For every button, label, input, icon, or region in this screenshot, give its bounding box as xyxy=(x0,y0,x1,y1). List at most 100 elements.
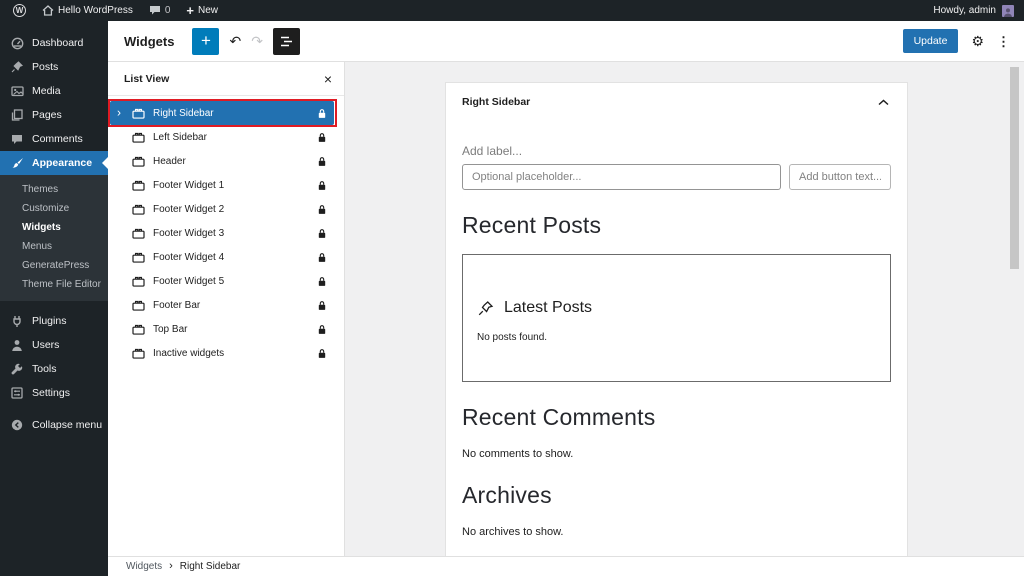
search-block xyxy=(462,164,891,190)
settings-icon xyxy=(10,387,24,399)
list-view-header: List View × xyxy=(108,62,344,96)
recent-comments-empty-text[interactable]: No comments to show. xyxy=(462,448,891,460)
widget-area-icon xyxy=(132,228,145,239)
pushpin-icon xyxy=(477,300,494,317)
plus-icon: + xyxy=(201,32,211,49)
widget-area-icon xyxy=(132,300,145,311)
menu-item-users[interactable]: Users xyxy=(0,333,108,357)
wrench-icon xyxy=(10,363,24,375)
widget-area-icon xyxy=(132,108,145,119)
lock-icon xyxy=(318,348,326,359)
collapse-arrow-icon xyxy=(10,419,24,431)
list-view-item-top-bar[interactable]: Top Bar xyxy=(110,317,334,341)
list-view-item-footer-bar[interactable]: Footer Bar xyxy=(110,293,334,317)
wordpress-logo-icon[interactable]: W xyxy=(8,0,31,21)
menu-item-appearance[interactable]: Appearance xyxy=(0,151,108,175)
lock-icon xyxy=(318,300,326,311)
widget-area-title: Right Sidebar xyxy=(462,96,530,108)
search-label-placeholder[interactable]: Add label... xyxy=(462,144,891,158)
howdy-admin[interactable]: Howdy, admin xyxy=(933,5,996,16)
submenu-item-menus[interactable]: Menus xyxy=(0,237,108,256)
menu-item-collapse[interactable]: Collapse menu xyxy=(0,413,108,437)
options-kebab-button[interactable]: ⋮ xyxy=(997,35,1010,48)
editor-header: Widgets + ↶ ↷ Update ⚙ ⋮ xyxy=(108,21,1024,62)
settings-gear-button[interactable]: ⚙ xyxy=(971,34,984,48)
menu-item-dashboard[interactable]: Dashboard xyxy=(0,31,108,55)
wordpress-widgets-screen: W Hello WordPress 0 + New Howdy, admin xyxy=(0,0,1024,576)
widget-area-icon xyxy=(132,252,145,263)
close-icon[interactable]: × xyxy=(324,72,332,86)
widget-area-body: Add label... Recent Posts Latest Posts N… xyxy=(446,144,907,538)
undo-button[interactable]: ↶ xyxy=(229,33,241,50)
menu-item-plugins[interactable]: Plugins xyxy=(0,309,108,333)
list-view-toggle-button[interactable] xyxy=(273,28,300,55)
home-icon xyxy=(42,5,54,16)
appearance-submenu: Themes Customize Widgets Menus GenerateP… xyxy=(0,175,108,301)
list-view-icon xyxy=(280,36,293,47)
submenu-item-theme-file-editor[interactable]: Theme File Editor xyxy=(0,275,108,294)
breadcrumb-root[interactable]: Widgets xyxy=(126,561,162,572)
add-block-button[interactable]: + xyxy=(192,28,219,55)
list-view-item-footer-widget-4[interactable]: Footer Widget 4 xyxy=(110,245,334,269)
submenu-item-themes[interactable]: Themes xyxy=(0,180,108,199)
widget-area-icon xyxy=(132,132,145,143)
vertical-scrollbar[interactable]: ▲ ▼ xyxy=(1009,62,1021,556)
plus-icon: + xyxy=(186,4,194,17)
list-view-item-footer-widget-5[interactable]: Footer Widget 5 xyxy=(110,269,334,293)
comments-icon xyxy=(10,134,24,145)
editor-canvas: Right Sidebar Add label... Recent Posts … xyxy=(345,62,1024,556)
list-view-item-footer-widget-2[interactable]: Footer Widget 2 xyxy=(110,197,334,221)
admin-bar: W Hello WordPress 0 + New Howdy, admin xyxy=(0,0,1024,21)
lock-icon xyxy=(318,324,326,335)
widget-area-panel-header[interactable]: Right Sidebar xyxy=(446,83,907,116)
search-placeholder-input[interactable] xyxy=(462,164,781,190)
menu-item-media[interactable]: Media xyxy=(0,79,108,103)
admin-menu: Dashboard Posts Media Pages Comments App… xyxy=(0,21,108,576)
list-view-item-left-sidebar[interactable]: Left Sidebar xyxy=(110,125,334,149)
list-view-item-header[interactable]: Header xyxy=(110,149,334,173)
lock-icon xyxy=(318,132,326,143)
update-button[interactable]: Update xyxy=(903,29,959,53)
list-view-rows: › Right Sidebar Left Sidebar Header Foot… xyxy=(108,96,344,365)
submenu-item-widgets[interactable]: Widgets xyxy=(0,218,108,237)
widget-area-icon xyxy=(132,348,145,359)
redo-button[interactable]: ↷ xyxy=(251,33,263,50)
new-content-menu[interactable]: + New xyxy=(181,0,223,21)
widget-area-panel: Right Sidebar Add label... Recent Posts … xyxy=(445,82,908,558)
avatar[interactable] xyxy=(1002,5,1014,17)
submenu-item-generatepress[interactable]: GeneratePress xyxy=(0,256,108,275)
site-menu[interactable]: Hello WordPress xyxy=(37,0,138,21)
archives-empty-text[interactable]: No archives to show. xyxy=(462,526,891,538)
list-view-item-inactive-widgets[interactable]: Inactive widgets xyxy=(110,341,334,365)
plugin-icon xyxy=(10,315,24,327)
chevron-right-icon[interactable]: › xyxy=(117,107,121,119)
menu-item-tools[interactable]: Tools xyxy=(0,357,108,381)
widget-area-icon xyxy=(132,324,145,335)
pages-icon xyxy=(10,109,24,121)
search-button-text-input[interactable] xyxy=(789,164,891,190)
latest-posts-title: Latest Posts xyxy=(504,299,592,317)
recent-posts-heading[interactable]: Recent Posts xyxy=(462,212,891,239)
menu-item-settings[interactable]: Settings xyxy=(0,381,108,405)
menu-item-pages[interactable]: Pages xyxy=(0,103,108,127)
user-silhouette-icon xyxy=(1003,7,1013,17)
latest-posts-block[interactable]: Latest Posts No posts found. xyxy=(462,254,891,382)
menu-item-comments[interactable]: Comments xyxy=(0,127,108,151)
site-name: Hello WordPress xyxy=(58,5,133,16)
submenu-item-customize[interactable]: Customize xyxy=(0,199,108,218)
comments-bubble[interactable]: 0 xyxy=(144,0,176,21)
lock-icon xyxy=(318,108,326,119)
scrollbar-thumb[interactable] xyxy=(1010,67,1019,269)
recent-comments-heading[interactable]: Recent Comments xyxy=(462,404,891,431)
widget-area-icon xyxy=(132,204,145,215)
chevron-up-icon[interactable] xyxy=(876,97,891,108)
chevron-right-icon: › xyxy=(169,560,173,572)
breadcrumb-current: Right Sidebar xyxy=(180,561,241,572)
lock-icon xyxy=(318,180,326,191)
list-view-item-footer-widget-1[interactable]: Footer Widget 1 xyxy=(110,173,334,197)
archives-heading[interactable]: Archives xyxy=(462,482,891,509)
widget-area-icon xyxy=(132,156,145,167)
list-view-item-right-sidebar[interactable]: › Right Sidebar xyxy=(110,101,334,125)
menu-item-posts[interactable]: Posts xyxy=(0,55,108,79)
list-view-item-footer-widget-3[interactable]: Footer Widget 3 xyxy=(110,221,334,245)
